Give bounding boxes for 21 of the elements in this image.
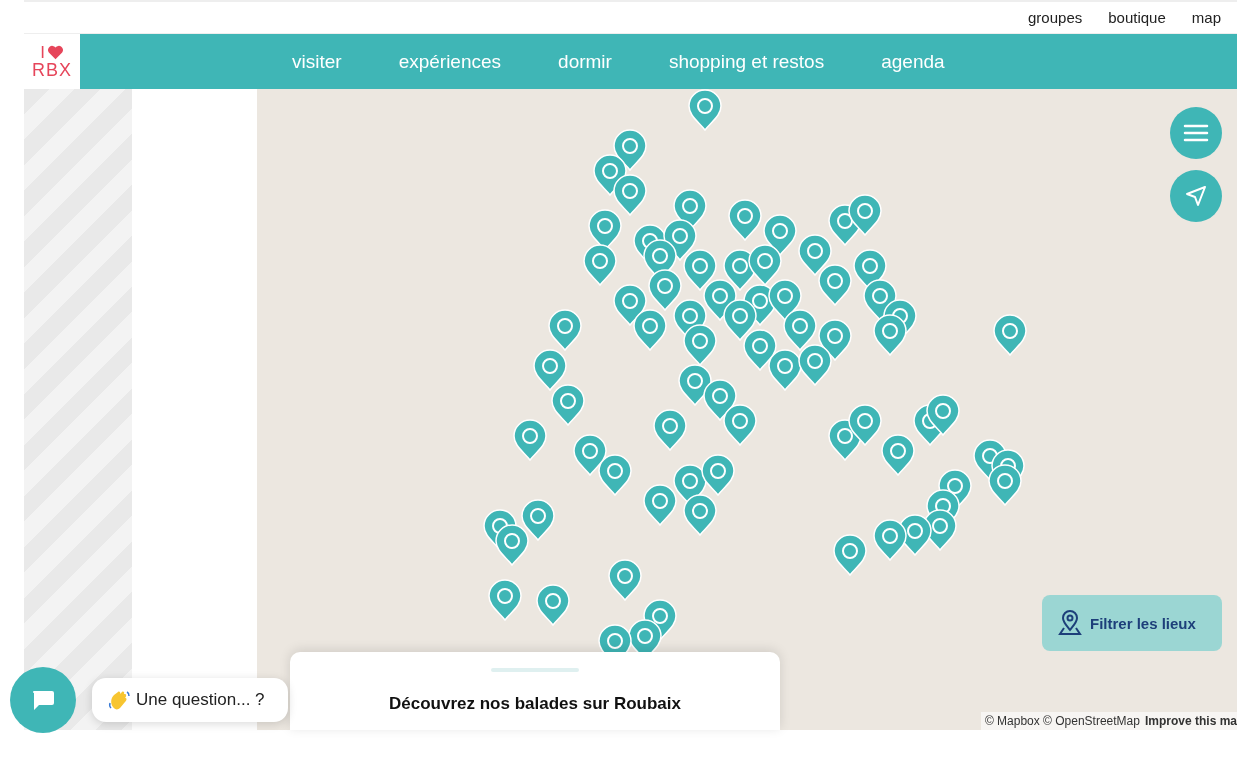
attribution-text: © Mapbox © OpenStreetMap [984, 714, 1140, 728]
walks-card[interactable]: Découvrez nos balades sur Roubaix [290, 652, 780, 730]
improve-map-link[interactable]: Improve this ma [1144, 714, 1237, 728]
menu-icon [1183, 123, 1209, 143]
map-pin-icon [1058, 610, 1082, 636]
top-link[interactable]: groupes [1028, 9, 1083, 26]
chat-prompt-bubble[interactable]: Une question... ? [92, 678, 288, 722]
locate-button[interactable] [1170, 170, 1222, 222]
filter-button[interactable]: Filtrer les lieux [1042, 595, 1222, 651]
logo-text: I [40, 44, 45, 61]
logo-text: RBX [32, 61, 72, 79]
menu-button[interactable] [1170, 107, 1222, 159]
drag-handle[interactable] [491, 668, 579, 672]
navigation-arrow-icon [1185, 185, 1207, 207]
chat-button[interactable] [10, 667, 76, 733]
chat-bubble-icon [31, 689, 55, 711]
top-link[interactable]: boutique [1108, 9, 1166, 26]
card-title: Découvrez nos balades sur Roubaix [389, 694, 681, 714]
waving-hand-icon [108, 689, 130, 711]
heart-icon [46, 45, 64, 60]
top-link[interactable]: map [1191, 9, 1221, 26]
